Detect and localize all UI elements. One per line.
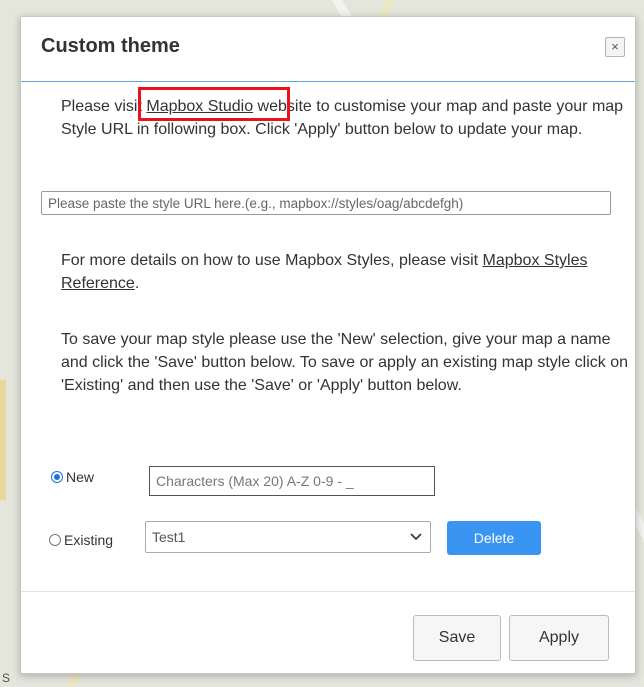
apply-button[interactable]: Apply: [509, 615, 609, 661]
existing-selected-value: Test1: [152, 529, 186, 545]
chevron-down-icon: [410, 528, 422, 544]
radio-existing-button[interactable]: [49, 534, 61, 546]
close-icon: ×: [611, 39, 619, 54]
intro-paragraph: Please visit Mapbox Studio website to cu…: [41, 95, 644, 141]
style-name-input[interactable]: [149, 466, 435, 496]
dialog-header: Custom theme ×: [21, 17, 635, 82]
footer-divider: [21, 591, 635, 592]
custom-theme-dialog: Custom theme × Please visit Mapbox Studi…: [20, 16, 636, 674]
details-prefix: For more details on how to use Mapbox St…: [61, 252, 483, 269]
radio-existing-label: Existing: [64, 532, 114, 548]
save-instructions: To save your map style please use the 'N…: [61, 331, 629, 394]
dialog-title: Custom theme: [41, 35, 180, 57]
style-url-input[interactable]: [41, 191, 611, 215]
mapbox-studio-link[interactable]: Mapbox Studio: [146, 98, 253, 115]
close-button[interactable]: ×: [605, 37, 625, 57]
radio-new[interactable]: New: [51, 469, 94, 485]
radio-new-label: New: [66, 469, 95, 485]
details-suffix: .: [134, 275, 140, 292]
existing-style-select[interactable]: Test1: [145, 521, 431, 553]
map-corner-label: S: [2, 671, 11, 685]
intro-prefix: Please visit: [61, 98, 147, 115]
details-paragraph: For more details on how to use Mapbox St…: [41, 249, 644, 295]
delete-button[interactable]: Delete: [447, 521, 541, 555]
radio-new-button[interactable]: [51, 471, 63, 483]
radio-existing[interactable]: Existing: [49, 532, 113, 548]
map-road: [0, 380, 6, 500]
save-button[interactable]: Save: [413, 615, 501, 661]
